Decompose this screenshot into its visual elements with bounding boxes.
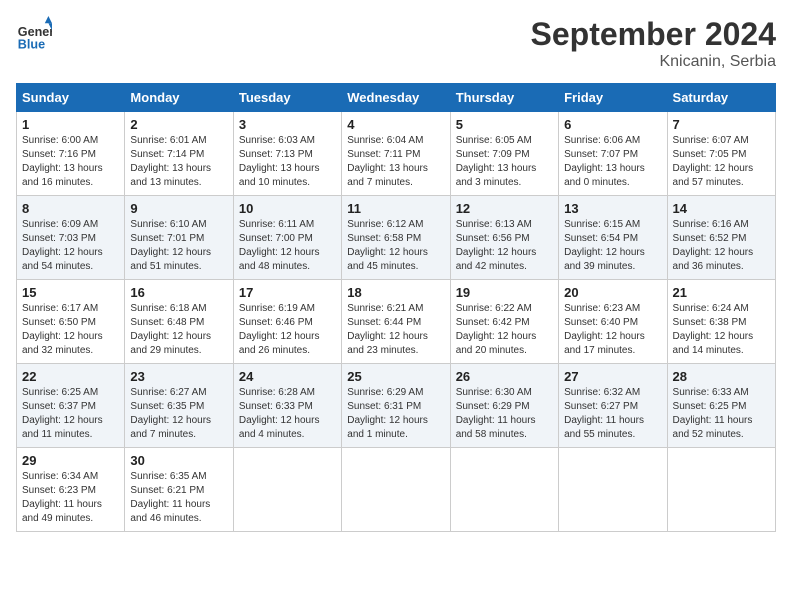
table-row: 16 Sunrise: 6:18 AMSunset: 6:48 PMDaylig… <box>125 280 233 364</box>
table-row <box>342 448 450 532</box>
calendar-header-row: Sunday Monday Tuesday Wednesday Thursday… <box>17 84 776 112</box>
table-row: 18 Sunrise: 6:21 AMSunset: 6:44 PMDaylig… <box>342 280 450 364</box>
table-row: 23 Sunrise: 6:27 AMSunset: 6:35 PMDaylig… <box>125 364 233 448</box>
calendar-table: Sunday Monday Tuesday Wednesday Thursday… <box>16 83 776 532</box>
table-row: 15 Sunrise: 6:17 AMSunset: 6:50 PMDaylig… <box>17 280 125 364</box>
table-row: 27 Sunrise: 6:32 AMSunset: 6:27 PMDaylig… <box>559 364 667 448</box>
col-thursday: Thursday <box>450 84 558 112</box>
month-year-title: September 2024 <box>531 16 776 53</box>
table-row: 30 Sunrise: 6:35 AMSunset: 6:21 PMDaylig… <box>125 448 233 532</box>
table-row: 17 Sunrise: 6:19 AMSunset: 6:46 PMDaylig… <box>233 280 341 364</box>
table-row: 1 Sunrise: 6:00 AMSunset: 7:16 PMDayligh… <box>17 112 125 196</box>
logo-icon: General Blue <box>16 16 52 52</box>
table-row: 6 Sunrise: 6:06 AMSunset: 7:07 PMDayligh… <box>559 112 667 196</box>
table-row <box>450 448 558 532</box>
table-row: 13 Sunrise: 6:15 AMSunset: 6:54 PMDaylig… <box>559 196 667 280</box>
table-row: 19 Sunrise: 6:22 AMSunset: 6:42 PMDaylig… <box>450 280 558 364</box>
table-row: 24 Sunrise: 6:28 AMSunset: 6:33 PMDaylig… <box>233 364 341 448</box>
table-row: 21 Sunrise: 6:24 AMSunset: 6:38 PMDaylig… <box>667 280 775 364</box>
col-saturday: Saturday <box>667 84 775 112</box>
table-row: 29 Sunrise: 6:34 AMSunset: 6:23 PMDaylig… <box>17 448 125 532</box>
table-row: 11 Sunrise: 6:12 AMSunset: 6:58 PMDaylig… <box>342 196 450 280</box>
table-row: 12 Sunrise: 6:13 AMSunset: 6:56 PMDaylig… <box>450 196 558 280</box>
table-row: 20 Sunrise: 6:23 AMSunset: 6:40 PMDaylig… <box>559 280 667 364</box>
table-row: 8 Sunrise: 6:09 AMSunset: 7:03 PMDayligh… <box>17 196 125 280</box>
table-row: 25 Sunrise: 6:29 AMSunset: 6:31 PMDaylig… <box>342 364 450 448</box>
table-row: 2 Sunrise: 6:01 AMSunset: 7:14 PMDayligh… <box>125 112 233 196</box>
col-friday: Friday <box>559 84 667 112</box>
col-wednesday: Wednesday <box>342 84 450 112</box>
col-tuesday: Tuesday <box>233 84 341 112</box>
table-row: 10 Sunrise: 6:11 AMSunset: 7:00 PMDaylig… <box>233 196 341 280</box>
logo: General Blue <box>16 16 52 52</box>
table-row: 28 Sunrise: 6:33 AMSunset: 6:25 PMDaylig… <box>667 364 775 448</box>
table-row: 5 Sunrise: 6:05 AMSunset: 7:09 PMDayligh… <box>450 112 558 196</box>
table-row: 3 Sunrise: 6:03 AMSunset: 7:13 PMDayligh… <box>233 112 341 196</box>
table-row <box>559 448 667 532</box>
location-subtitle: Knicanin, Serbia <box>531 53 776 71</box>
table-row: 7 Sunrise: 6:07 AMSunset: 7:05 PMDayligh… <box>667 112 775 196</box>
col-sunday: Sunday <box>17 84 125 112</box>
table-row <box>233 448 341 532</box>
col-monday: Monday <box>125 84 233 112</box>
title-block: September 2024 Knicanin, Serbia <box>531 16 776 71</box>
svg-text:Blue: Blue <box>18 37 45 51</box>
table-row <box>667 448 775 532</box>
table-row: 14 Sunrise: 6:16 AMSunset: 6:52 PMDaylig… <box>667 196 775 280</box>
table-row: 22 Sunrise: 6:25 AMSunset: 6:37 PMDaylig… <box>17 364 125 448</box>
page-header: General Blue September 2024 Knicanin, Se… <box>16 16 776 71</box>
table-row: 9 Sunrise: 6:10 AMSunset: 7:01 PMDayligh… <box>125 196 233 280</box>
table-row: 26 Sunrise: 6:30 AMSunset: 6:29 PMDaylig… <box>450 364 558 448</box>
table-row: 4 Sunrise: 6:04 AMSunset: 7:11 PMDayligh… <box>342 112 450 196</box>
